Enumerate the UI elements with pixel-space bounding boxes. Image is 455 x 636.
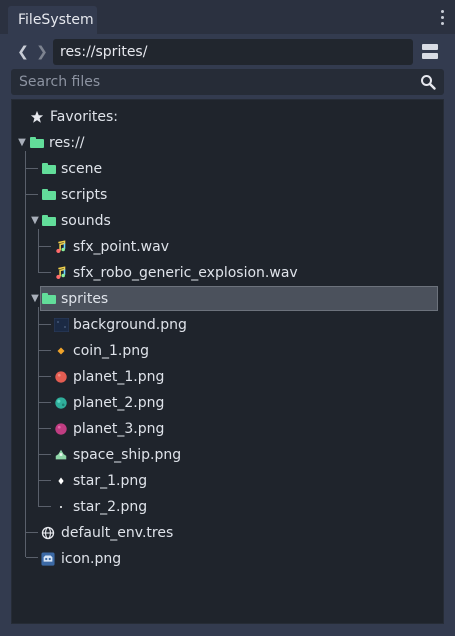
audio-file-icon (56, 240, 66, 254)
tree-label: icon.png (61, 551, 122, 567)
tree-label-favorites: Favorites: (50, 109, 118, 125)
panel-tab-bar: FileSystem (0, 0, 455, 34)
tree-row-favorites[interactable]: Favorites: (12, 104, 439, 130)
tree-row-default-env[interactable]: default_env.tres (12, 520, 439, 546)
star-icon (30, 110, 44, 123)
navigation-bar: ❮ ❯ res://sprites/ (0, 38, 455, 66)
folder-icon (42, 189, 56, 200)
tree-row-coin[interactable]: coin_1.png (12, 338, 439, 364)
tree-row-planet-2[interactable]: planet_2.png (12, 390, 439, 416)
tree-row-sounds[interactable]: ▼ sounds (12, 208, 439, 234)
tree-row-background[interactable]: background.png (12, 312, 439, 338)
environment-icon (41, 526, 55, 540)
tree-label: scripts (61, 187, 108, 203)
tree-row-icon-png[interactable]: icon.png (12, 546, 439, 572)
tree-label: scene (61, 161, 103, 177)
tree-label: space_ship.png (73, 447, 182, 463)
more-options-icon[interactable] (439, 10, 445, 28)
path-field[interactable]: res://sprites/ (53, 39, 413, 65)
folder-icon (42, 293, 56, 304)
tree-label: sfx_point.wav (73, 239, 169, 255)
search-input[interactable]: Search files (11, 69, 444, 95)
tree-label: sprites (61, 291, 109, 307)
tree-row-space-ship[interactable]: space_ship.png (12, 442, 439, 468)
tree-row-planet-1[interactable]: planet_1.png (12, 364, 439, 390)
planet-pink-thumbnail-icon (55, 423, 67, 435)
coin-thumbnail-icon (57, 347, 65, 355)
star-thumbnail-icon (60, 506, 62, 508)
ship-thumbnail-icon (55, 449, 67, 460)
folder-icon (30, 137, 44, 148)
tree-label: planet_2.png (73, 395, 165, 411)
tree-row-sfx-explosion[interactable]: sfx_robo_generic_explosion.wav (12, 260, 439, 286)
search-icon (421, 75, 436, 90)
back-arrow-icon[interactable]: ❮ (16, 41, 30, 63)
tree-row-scene[interactable]: scene (12, 156, 439, 182)
tree-row-star-2[interactable]: star_2.png (12, 494, 439, 520)
tree-row-star-1[interactable]: star_1.png (12, 468, 439, 494)
tree-label: coin_1.png (73, 343, 150, 359)
tree-label: default_env.tres (61, 525, 174, 541)
tree-label-root: res:// (49, 135, 85, 151)
tree-label: star_2.png (73, 499, 148, 515)
image-thumbnail-icon (54, 318, 69, 332)
tree-row-scripts[interactable]: scripts (12, 182, 439, 208)
tree-row-sprites[interactable]: ▼ sprites (12, 286, 439, 312)
planet-red-thumbnail-icon (55, 371, 67, 383)
tab-filesystem[interactable]: FileSystem (8, 6, 97, 34)
tree-label: planet_1.png (73, 369, 165, 385)
toggle-split-mode-icon[interactable] (422, 44, 438, 60)
chevron-down-icon[interactable]: ▼ (30, 286, 40, 312)
file-tree: Favorites: ▼ res:// scene scripts ▼ soun… (11, 99, 444, 624)
forward-arrow-icon[interactable]: ❯ (35, 41, 49, 63)
tree-label: background.png (73, 317, 187, 333)
tree-label: sfx_robo_generic_explosion.wav (73, 265, 298, 281)
planet-teal-thumbnail-icon (55, 397, 67, 409)
tree-label: sounds (61, 213, 111, 229)
chevron-down-icon[interactable]: ▼ (17, 130, 27, 156)
tree-row-planet-3[interactable]: planet_3.png (12, 416, 439, 442)
chevron-down-icon[interactable]: ▼ (30, 208, 40, 234)
folder-icon (42, 163, 56, 174)
godot-icon (41, 552, 55, 566)
tree-row-root[interactable]: ▼ res:// (12, 130, 439, 156)
folder-icon (42, 215, 56, 226)
audio-file-icon (56, 266, 66, 280)
star-thumbnail-icon (58, 477, 64, 485)
tree-row-sfx-point[interactable]: sfx_point.wav (12, 234, 439, 260)
tree-label: star_1.png (73, 473, 148, 489)
tree-label: planet_3.png (73, 421, 165, 437)
